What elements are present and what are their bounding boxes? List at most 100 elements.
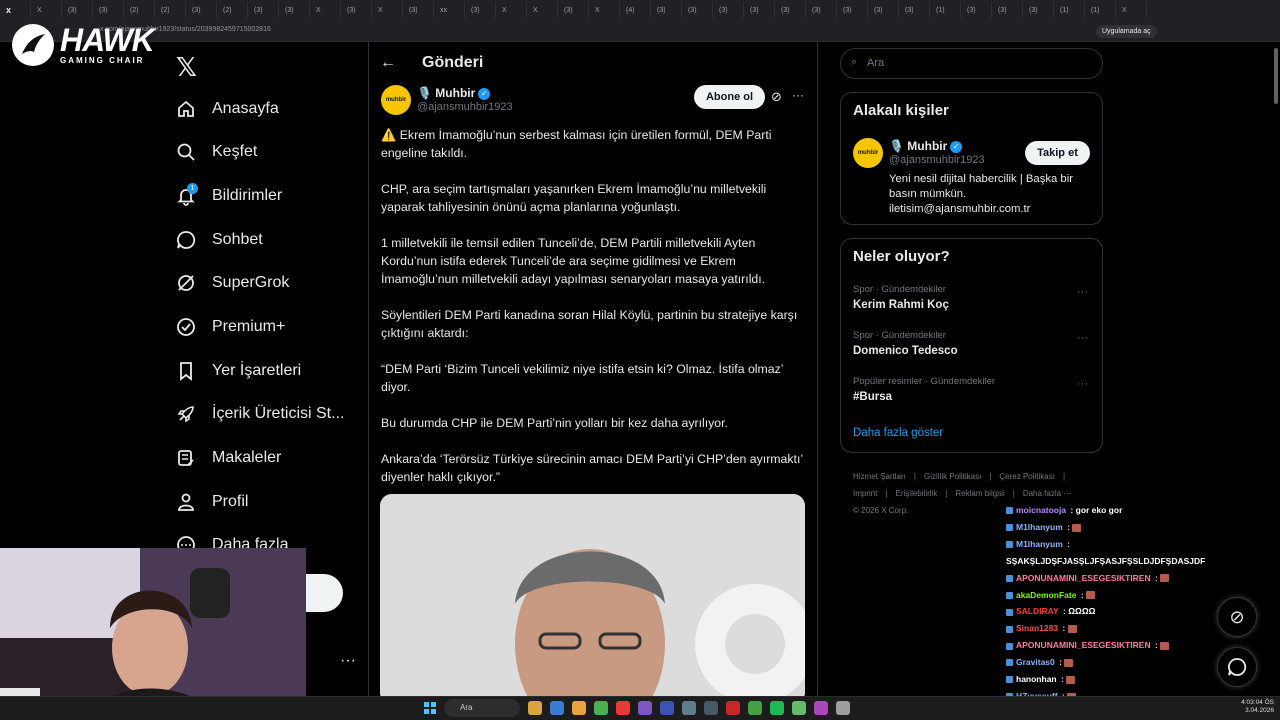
browser-tab[interactable]: X — [31, 2, 62, 18]
browser-tab[interactable]: (3) — [806, 2, 837, 18]
browser-tab[interactable]: X — [496, 2, 527, 18]
edge-icon[interactable] — [616, 701, 630, 715]
post-image[interactable] — [380, 494, 805, 704]
related-name[interactable]: 🎙️ Muhbir ✓ — [889, 139, 963, 153]
nav-item-verified[interactable]: Premium+ — [176, 307, 285, 347]
footer-link[interactable]: Imprint — [853, 489, 877, 498]
nav-item-home[interactable]: Anasayfa — [176, 89, 279, 129]
follow-button[interactable]: Takip et — [1025, 141, 1090, 165]
browser-tab[interactable]: (2) — [217, 2, 248, 18]
footer-link[interactable]: Gizlilik Politikası — [924, 472, 981, 481]
post-more-icon[interactable]: ··· — [792, 88, 804, 102]
footer-link[interactable]: Daha fazla ··· — [1023, 489, 1071, 498]
related-handle[interactable]: @ajansmuhbir1923 — [889, 154, 985, 166]
browser-tab[interactable]: (3) — [341, 2, 372, 18]
browser-tab[interactable]: (3) — [1023, 2, 1054, 18]
author-name-text[interactable]: Muhbir — [435, 86, 475, 100]
store-icon[interactable] — [660, 701, 674, 715]
browser-tab[interactable]: X — [527, 2, 558, 18]
scrollbar[interactable] — [1272, 42, 1280, 696]
trend-name[interactable]: Kerim Rahmi Koç — [853, 299, 949, 311]
browser-tab[interactable]: (1) — [930, 2, 961, 18]
footer-link[interactable]: Hizmet Şartları — [853, 472, 906, 481]
browser-tab[interactable]: X — [1116, 2, 1147, 18]
grok-fab-icon[interactable]: ⊘ — [1217, 597, 1257, 637]
browser-tab[interactable]: (3) — [403, 2, 434, 18]
browser-tab[interactable]: xx — [434, 2, 465, 18]
browser-tab[interactable]: (3) — [744, 2, 775, 18]
footer-link[interactable]: Çerez Politikası — [999, 472, 1055, 481]
browser-tab[interactable]: X — [310, 2, 341, 18]
browser-tab[interactable]: (3) — [837, 2, 868, 18]
browser-tab[interactable]: (3) — [465, 2, 496, 18]
scrollbar-thumb[interactable] — [1274, 48, 1278, 104]
browser-tab[interactable]: (3) — [961, 2, 992, 18]
author-handle[interactable]: @ajansmuhbir1923 — [417, 101, 513, 113]
trend-more-icon[interactable]: ··· — [1077, 378, 1088, 390]
author-name[interactable]: 🎙️ Muhbir ✓ — [417, 86, 491, 100]
related-name-text[interactable]: Muhbir — [907, 139, 947, 153]
search-input[interactable]: Ara — [840, 48, 1103, 79]
windows-start-icon[interactable] — [424, 702, 436, 714]
nav-item-article[interactable]: Makaleler — [176, 438, 281, 478]
browser-tab[interactable]: x — [0, 2, 31, 18]
browser-tab[interactable]: (3) — [868, 2, 899, 18]
nav-item-grok[interactable]: SuperGrok — [176, 263, 289, 303]
grok-icon[interactable]: ⊘ — [771, 89, 782, 105]
app-icon[interactable] — [836, 701, 850, 715]
chrome-icon[interactable] — [594, 701, 608, 715]
app-icon[interactable] — [814, 701, 828, 715]
browser-tab[interactable]: (3) — [899, 2, 930, 18]
nav-item-person[interactable]: Profil — [176, 482, 248, 522]
trend-meta[interactable]: Spor · Gündemdekiler — [853, 330, 946, 341]
open-in-app-chip[interactable]: Uygulamada aç — [1096, 25, 1157, 38]
browser-tab[interactable]: (3) — [713, 2, 744, 18]
trend-meta[interactable]: Spor · Gündemdekiler — [853, 284, 946, 295]
show-more-link[interactable]: Daha fazla göster — [853, 427, 943, 439]
footer-link[interactable]: © 2026 X Corp. — [853, 506, 908, 515]
browser-tab[interactable]: (3) — [279, 2, 310, 18]
nav-item-bookmark[interactable]: Yer İşaretleri — [176, 351, 301, 391]
trend-name[interactable]: Domenico Tedesco — [853, 345, 958, 357]
footer-link[interactable]: Erişilebilirlik — [896, 489, 938, 498]
app-icon[interactable] — [550, 701, 564, 715]
whatsapp-icon[interactable] — [748, 701, 762, 715]
browser-tab[interactable]: (3) — [248, 2, 279, 18]
browser-tab[interactable]: X — [589, 2, 620, 18]
trend-more-icon[interactable]: ··· — [1077, 286, 1088, 298]
spotify-icon[interactable] — [770, 701, 784, 715]
messages-fab-icon[interactable] — [1217, 647, 1257, 687]
browser-tab[interactable]: (3) — [62, 2, 93, 18]
app-icon[interactable] — [726, 701, 740, 715]
nav-item-chat[interactable]: Sohbet — [176, 220, 263, 260]
taskbar-clock[interactable]: 4:03:04 ÖS 3.04.2026 — [1240, 699, 1274, 715]
account-more-icon[interactable]: ··· — [340, 652, 356, 670]
browser-tab[interactable]: X — [372, 2, 403, 18]
browser-tab[interactable]: (1) — [1054, 2, 1085, 18]
folder-icon[interactable] — [572, 701, 586, 715]
app-icon[interactable] — [792, 701, 806, 715]
author-avatar[interactable]: muhbir — [381, 85, 411, 115]
subscribe-button[interactable]: Abone ol — [694, 85, 765, 109]
obs-icon[interactable] — [682, 701, 696, 715]
browser-tab[interactable]: (4) — [620, 2, 651, 18]
browser-tab[interactable]: (2) — [124, 2, 155, 18]
browser-tab[interactable]: (3) — [93, 2, 124, 18]
browser-tab[interactable]: (1) — [1085, 2, 1116, 18]
back-arrow-icon[interactable]: ← — [380, 54, 396, 72]
trend-more-icon[interactable]: ··· — [1077, 332, 1088, 344]
browser-tab[interactable]: (3) — [775, 2, 806, 18]
browser-tab[interactable]: (3) — [558, 2, 589, 18]
related-avatar[interactable]: muhbir — [853, 138, 883, 168]
trend-meta[interactable]: Popüler resimler · Gündemdekiler — [853, 376, 995, 387]
file-explorer-icon[interactable] — [528, 701, 542, 715]
browser-tab[interactable]: (3) — [682, 2, 713, 18]
trend-name[interactable]: #Bursa — [853, 391, 892, 403]
app-icon[interactable] — [704, 701, 718, 715]
browser-tab[interactable]: (3) — [186, 2, 217, 18]
nav-item-rocket[interactable]: İçerik Üreticisi St... — [176, 394, 344, 434]
discord-icon[interactable] — [638, 701, 652, 715]
taskbar-search[interactable]: Ara — [444, 699, 520, 717]
browser-tab[interactable]: (3) — [992, 2, 1023, 18]
browser-tab[interactable]: (3) — [651, 2, 682, 18]
